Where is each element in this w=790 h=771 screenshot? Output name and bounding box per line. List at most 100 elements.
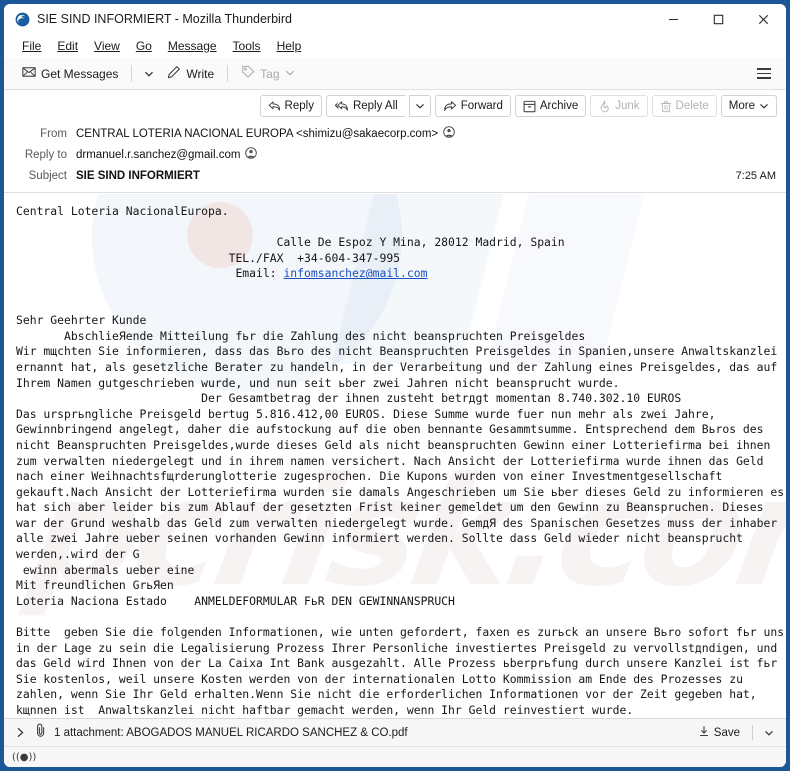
subject-value: SIE SIND INFORMIERT: [76, 169, 200, 182]
hamburger-line-3: [757, 77, 771, 79]
forward-button[interactable]: Forward: [434, 95, 511, 117]
get-messages-button[interactable]: Get Messages: [15, 61, 125, 86]
write-label: Write: [186, 66, 215, 81]
message-body-text: Central Loteria NacionalEuropa. Calle De…: [4, 194, 786, 718]
reply-to-label: Reply to: [24, 148, 67, 161]
toolbar-separator-1: [131, 65, 133, 82]
junk-fire-icon: [598, 99, 611, 113]
body-company-line: Central Loteria NacionalEuropa.: [16, 204, 229, 218]
junk-button[interactable]: Junk: [590, 95, 648, 117]
menu-edit[interactable]: Edit: [50, 36, 85, 56]
header-row-subject: Subject SIE SIND INFORMIERT 7:25 AM: [14, 165, 776, 186]
tag-icon: [241, 65, 255, 82]
pencil-icon: [167, 65, 181, 82]
delete-button[interactable]: Delete: [651, 95, 717, 117]
menu-view-label: View: [94, 39, 120, 53]
menu-message-label: Message: [167, 39, 217, 53]
status-bar: ((●)): [4, 746, 786, 767]
message-headers: From CENTRAL LOTERIA NACIONAL EUROPA <sh…: [4, 121, 786, 193]
reply-label: Reply: [284, 100, 314, 112]
thunderbird-window: SIE SIND INFORMIERT - Mozilla Thunderbir…: [4, 4, 786, 767]
attachment-save-button[interactable]: Save: [693, 723, 745, 742]
reply-arrow-icon: [268, 100, 281, 112]
reply-to-value-wrap: drmanuel.r.sanchez@gmail.com: [76, 147, 776, 162]
chevron-right-icon: [17, 727, 23, 738]
reply-all-dropdown[interactable]: [408, 95, 431, 117]
reply-to-value[interactable]: drmanuel.r.sanchez@gmail.com: [76, 149, 240, 161]
paperclip-icon: [35, 723, 47, 742]
junk-label: Junk: [615, 100, 640, 112]
menu-view[interactable]: View: [87, 36, 127, 56]
window-title: SIE SIND INFORMIERT - Mozilla Thunderbir…: [37, 12, 292, 26]
sender-email-link[interactable]: infomsanchez@mail.com: [283, 266, 427, 280]
menu-message[interactable]: Message: [161, 36, 224, 56]
reply-all-label: Reply All: [352, 100, 398, 112]
delete-label: Delete: [675, 100, 709, 112]
thunderbird-icon: [15, 12, 30, 27]
menu-go[interactable]: Go: [129, 36, 159, 56]
hamburger-line-1: [757, 68, 771, 70]
get-messages-dropdown[interactable]: [138, 65, 160, 83]
tag-chevron-down-icon: [285, 67, 295, 81]
minimize-button[interactable]: [651, 4, 696, 34]
more-label: More: [728, 100, 755, 112]
body-main-text: Sehr Geehrter Kunde AbschlieЯende Mittei…: [16, 313, 785, 717]
main-toolbar: Get Messages Write Tag: [4, 58, 786, 90]
forward-arrow-icon: [443, 100, 457, 112]
get-messages-label: Get Messages: [41, 66, 119, 81]
window-controls: [651, 4, 786, 34]
download-icon: [698, 725, 710, 740]
message-time: 7:25 AM: [735, 169, 776, 182]
close-button[interactable]: [741, 4, 786, 34]
contact-avatar-icon[interactable]: [245, 147, 258, 162]
message-action-bar: Reply Reply All Forward Archive Junk Del…: [4, 90, 786, 121]
archive-label: Archive: [539, 100, 579, 112]
contact-avatar-icon[interactable]: [443, 126, 455, 141]
toolbar-separator-2: [227, 65, 229, 82]
subject-label: Subject: [28, 169, 67, 182]
forward-label: Forward: [460, 100, 503, 112]
reply-button[interactable]: Reply: [259, 95, 322, 117]
title-bar-left: SIE SIND INFORMIERT - Mozilla Thunderbir…: [4, 12, 651, 27]
write-button[interactable]: Write: [160, 61, 221, 86]
menu-go-label: Go: [135, 39, 152, 53]
archive-button[interactable]: Archive: [514, 95, 587, 117]
header-row-from: From CENTRAL LOTERIA NACIONAL EUROPA <sh…: [14, 123, 776, 144]
header-row-reply-to: Reply to drmanuel.r.sanchez@gmail.com: [14, 144, 776, 165]
menu-help-label: Help: [276, 39, 302, 53]
attachment-separator: [752, 725, 753, 740]
trash-icon: [660, 100, 672, 113]
menu-help[interactable]: Help: [270, 36, 309, 56]
menu-bar: File Edit View Go Message Tools Help: [4, 34, 786, 58]
reply-all-button[interactable]: Reply All: [325, 95, 405, 117]
from-label: From: [40, 127, 67, 140]
attachment-bar: 1 attachment: ABOGADOS MANUEL RICARDO SA…: [4, 718, 786, 746]
maximize-button[interactable]: [696, 4, 741, 34]
message-body-pane[interactable]: pcrisk.com Central Loteria NacionalEurop…: [4, 193, 786, 718]
hamburger-line-2: [757, 72, 771, 75]
attachment-label[interactable]: 1 attachment: ABOGADOS MANUEL RICARDO SA…: [54, 727, 408, 739]
attachment-save-label: Save: [713, 726, 740, 739]
envelope-download-icon: [22, 65, 36, 82]
menu-file[interactable]: File: [15, 36, 48, 56]
tag-button[interactable]: Tag: [234, 61, 301, 86]
reply-all-arrow-icon: [334, 100, 349, 112]
chevron-down-icon: [145, 71, 154, 77]
online-status-icon: ((●)): [12, 751, 37, 763]
chevron-down-icon: [765, 730, 773, 736]
from-value-wrap: CENTRAL LOTERIA NACIONAL EUROPA <shimizu…: [76, 126, 776, 141]
attachment-expand-button[interactable]: [12, 724, 28, 742]
menu-file-label: File: [22, 39, 42, 53]
more-button[interactable]: More: [720, 95, 777, 117]
app-menu-button[interactable]: [750, 63, 778, 84]
app-root: SIE SIND INFORMIERT - Mozilla Thunderbir…: [0, 0, 790, 771]
menu-tools-label: Tools: [232, 39, 261, 53]
from-value[interactable]: CENTRAL LOTERIA NACIONAL EUROPA <shimizu…: [76, 128, 438, 140]
menu-edit-label: Edit: [57, 39, 79, 53]
more-chevron-down-icon: [759, 101, 769, 111]
archive-box-icon: [523, 100, 536, 113]
attachment-dropdown[interactable]: [760, 726, 778, 740]
chevron-down-icon: [415, 103, 424, 109]
title-bar: SIE SIND INFORMIERT - Mozilla Thunderbir…: [4, 4, 786, 34]
menu-tools[interactable]: Tools: [226, 36, 268, 56]
